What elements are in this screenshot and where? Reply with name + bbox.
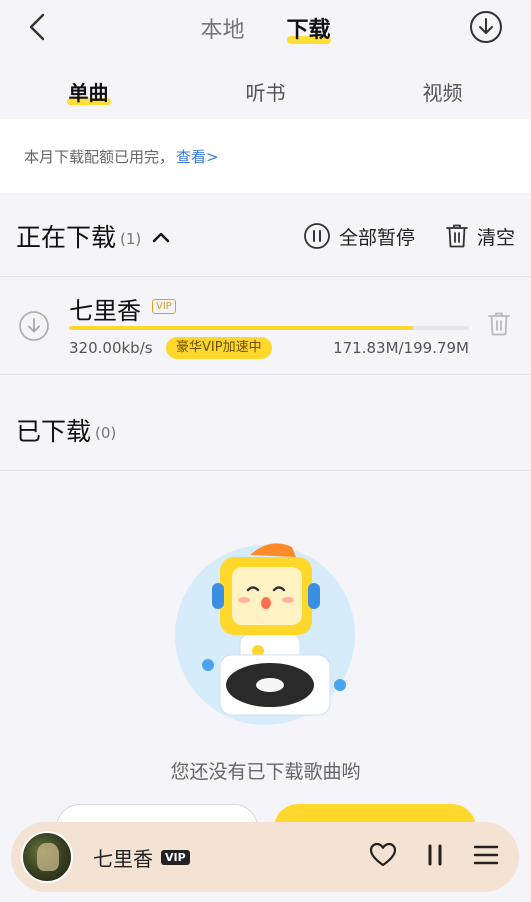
tab-download[interactable]: 下载 <box>286 12 331 44</box>
download-status-icon[interactable] <box>18 310 50 342</box>
downloaded-header: 已下载 (0) <box>0 390 531 470</box>
pause-icon[interactable] <box>425 843 445 871</box>
vip-badge: VIP <box>152 299 176 314</box>
mini-player[interactable]: 七里香 VIP <box>11 822 519 892</box>
download-manager-icon[interactable] <box>469 10 503 44</box>
quota-notice-text: 本月下载配额已用完， <box>24 147 175 166</box>
empty-illustration <box>170 535 370 735</box>
playlist-icon[interactable] <box>473 843 499 871</box>
tab-local[interactable]: 本地 <box>200 12 244 44</box>
top-tabs: 本地 下载 <box>200 12 331 44</box>
delete-icon[interactable] <box>487 311 511 337</box>
downloaded-title: 已下载 <box>16 417 92 446</box>
download-item[interactable]: 七里香 VIP 320.00kb/s 豪华VIP加速中 171.83M/199.… <box>0 277 531 373</box>
tab-songs[interactable]: 单曲 <box>29 77 149 106</box>
downloading-actions: 全部暂停 清空 <box>303 222 515 250</box>
pause-all-button[interactable]: 全部暂停 <box>303 222 415 250</box>
divider <box>0 374 531 375</box>
album-cover[interactable] <box>21 831 73 883</box>
download-progress-fill <box>69 326 413 330</box>
chevron-up-icon[interactable] <box>151 229 171 248</box>
player-controls <box>369 842 499 872</box>
pause-all-label: 全部暂停 <box>338 226 415 249</box>
tab-songs-label: 单曲 <box>68 80 109 105</box>
divider <box>0 470 531 471</box>
download-progress-bar <box>69 326 469 330</box>
downloading-header: 正在下载 (1) 全部暂停 清空 <box>0 196 531 276</box>
download-size: 171.83M/199.79M <box>333 339 469 357</box>
vip-accel-badge: 豪华VIP加速中 <box>166 337 272 359</box>
tab-videos[interactable]: 视频 <box>383 77 503 106</box>
quota-view-link[interactable]: 查看> <box>176 146 219 167</box>
tab-audiobooks[interactable]: 听书 <box>206 77 326 106</box>
trash-icon <box>446 224 468 248</box>
pause-circle-icon <box>304 223 330 249</box>
clear-button[interactable]: 清空 <box>445 223 515 250</box>
downloaded-count: (0) <box>95 424 117 442</box>
quota-notice: 本月下载配额已用完， 查看> <box>0 119 531 193</box>
back-icon[interactable] <box>22 12 52 42</box>
heart-icon[interactable] <box>369 842 397 872</box>
download-speed: 320.00kb/s <box>69 339 153 357</box>
song-title: 七里香 <box>69 297 141 325</box>
clear-label: 清空 <box>476 226 515 249</box>
empty-message: 您还没有已下载歌曲哟 <box>170 761 361 783</box>
player-vip-badge: VIP <box>161 849 190 865</box>
top-bar: 本地 下载 <box>0 0 531 56</box>
player-song-title: 七里香 <box>93 846 153 871</box>
downloading-title: 正在下载 <box>16 223 117 252</box>
downloading-count: (1) <box>120 230 142 248</box>
sub-tabs: 单曲 听书 视频 <box>0 66 531 116</box>
